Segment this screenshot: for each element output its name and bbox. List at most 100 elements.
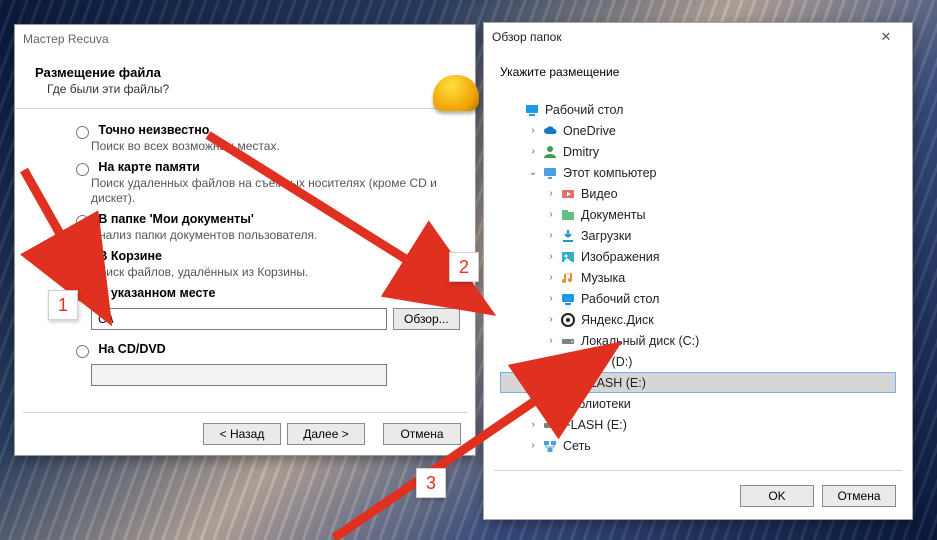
option-memory-card[interactable]: На карте памяти Поиск удаленных файлов н… (71, 160, 455, 206)
path-input[interactable] (91, 308, 387, 330)
tree-item-label: Dmitry (563, 145, 599, 159)
radio-documents[interactable] (76, 215, 89, 228)
expand-icon[interactable]: › (544, 314, 558, 325)
tree-item[interactable]: Рабочий стол (500, 99, 896, 120)
expand-icon[interactable]: › (526, 146, 540, 157)
divider (23, 412, 467, 413)
tree-item-label: FLASH (E:) (563, 418, 627, 432)
divider (494, 470, 902, 471)
tree-item-label: Рабочий стол (545, 103, 623, 117)
cancel-button[interactable]: Отмена (822, 485, 896, 507)
expand-icon[interactable]: › (526, 440, 540, 451)
tree-item[interactable]: › Яндекс.Диск (500, 309, 896, 330)
cancel-button[interactable]: Отмена (383, 423, 461, 445)
tree-item[interactable]: ⌄ Этот компьютер (500, 162, 896, 183)
tree-item[interactable]: FLASH (E:) (500, 372, 896, 393)
drive-icon (559, 333, 577, 349)
ydisk-icon (559, 312, 577, 328)
tree-item[interactable]: › Видео (500, 183, 896, 204)
option-label: На карте памяти (98, 160, 200, 174)
tree-item-label: Этот компьютер (563, 166, 656, 180)
annotation-number-2: 2 (449, 252, 479, 282)
expand-icon[interactable]: › (544, 335, 558, 346)
next-button[interactable]: Далее > (287, 423, 365, 445)
tree-item-label: Локальный диск (C:) (581, 334, 699, 348)
expand-icon[interactable]: › (544, 251, 558, 262)
option-label: Точно неизвестно (98, 123, 209, 137)
tree-item-label: Музыка (581, 271, 625, 285)
expand-icon[interactable]: › (544, 293, 558, 304)
user-icon (541, 144, 559, 160)
expand-icon[interactable]: › (544, 209, 558, 220)
tree-item[interactable]: › Локальный диск (C:) (500, 330, 896, 351)
expand-icon[interactable]: › (544, 230, 558, 241)
option-unknown[interactable]: Точно неизвестно Поиск во всех возможных… (71, 123, 455, 154)
option-label: На CD/DVD (98, 342, 165, 356)
browse-button[interactable]: Обзор... (393, 308, 460, 330)
tree-item-label: Видео (581, 187, 618, 201)
video-icon (559, 186, 577, 202)
radio-cd-dvd[interactable] (76, 345, 89, 358)
expand-icon[interactable]: › (526, 398, 540, 409)
tree-item-label: HDD (D:) (581, 355, 632, 369)
net-icon (541, 438, 559, 454)
radio-recycle-bin[interactable] (76, 252, 89, 265)
radio-memory-card[interactable] (76, 163, 89, 176)
radio-unknown[interactable] (76, 126, 89, 139)
browse-folders-window: Обзор папок ✕ Укажите размещение Рабочий… (483, 22, 913, 520)
divider (15, 108, 475, 109)
expand-icon[interactable]: › (526, 419, 540, 430)
tree-item[interactable]: › HDD (D:) (500, 351, 896, 372)
option-specified-location[interactable]: В указанном месте (71, 286, 455, 302)
tree-item-label: OneDrive (563, 124, 616, 138)
drive-icon (541, 417, 559, 433)
tree-item[interactable]: ›Изображения (500, 246, 896, 267)
option-cd-dvd[interactable]: На CD/DVD (71, 342, 455, 358)
option-recycle-bin[interactable]: В Корзине Поиск файлов, удалённых из Кор… (71, 249, 455, 280)
drive-icon (560, 375, 578, 391)
tree-item[interactable]: › Загрузки (500, 225, 896, 246)
helmet-icon (433, 75, 479, 111)
option-desc: Поиск удаленных файлов на съёмных носите… (91, 176, 455, 206)
close-icon[interactable]: ✕ (868, 26, 904, 48)
option-desc: Поиск файлов, удалённых из Корзины. (91, 265, 455, 280)
option-desc: Анализ папки документов пользователя. (91, 228, 455, 243)
tree-item-label: Яндекс.Диск (581, 313, 654, 327)
option-label: В Корзине (98, 249, 162, 263)
tree-item[interactable]: › Сеть (500, 435, 896, 456)
expand-icon[interactable]: › (544, 356, 558, 367)
ok-button[interactable]: OK (740, 485, 814, 507)
tree-item-label: Сеть (563, 439, 591, 453)
annotation-number-1: 1 (48, 290, 78, 320)
down-icon (559, 228, 577, 244)
option-label: В указанном месте (98, 286, 215, 300)
lib-icon (541, 396, 559, 412)
drive-icon (559, 354, 577, 370)
expand-icon[interactable]: › (526, 125, 540, 136)
browse-instruction: Укажите размещение (500, 65, 896, 79)
tree-item[interactable]: › Библиотеки (500, 393, 896, 414)
tree-item[interactable]: › FLASH (E:) (500, 414, 896, 435)
tree-item[interactable]: › Dmitry (500, 141, 896, 162)
tree-item[interactable]: › OneDrive (500, 120, 896, 141)
page-subtitle: Где были эти файлы? (47, 82, 455, 96)
expand-icon[interactable]: ⌄ (526, 167, 540, 178)
music-icon (559, 270, 577, 286)
expand-icon[interactable]: › (544, 188, 558, 199)
option-documents[interactable]: В папке 'Мои документы' Анализ папки док… (71, 212, 455, 243)
tree-item-label: Библиотеки (563, 397, 631, 411)
tree-item[interactable]: › Музыка (500, 267, 896, 288)
cloud-icon (541, 123, 559, 139)
expand-icon[interactable]: › (544, 272, 558, 283)
img-icon (559, 249, 577, 265)
browse-title: Обзор папок (492, 30, 868, 44)
tree-item-label: Загрузки (581, 229, 631, 243)
desktop-icon (523, 102, 541, 118)
cd-path-input (91, 364, 387, 386)
folder-tree[interactable]: Рабочий стол › OneDrive › Dmitry ⌄ Этот компью… (500, 99, 896, 456)
tree-item[interactable]: ›Документы (500, 204, 896, 225)
back-button[interactable]: < Назад (203, 423, 281, 445)
browse-titlebar[interactable]: Обзор папок ✕ (484, 23, 912, 51)
recuva-titlebar[interactable]: Мастер Recuva (15, 25, 475, 53)
tree-item[interactable]: ›Рабочий стол (500, 288, 896, 309)
